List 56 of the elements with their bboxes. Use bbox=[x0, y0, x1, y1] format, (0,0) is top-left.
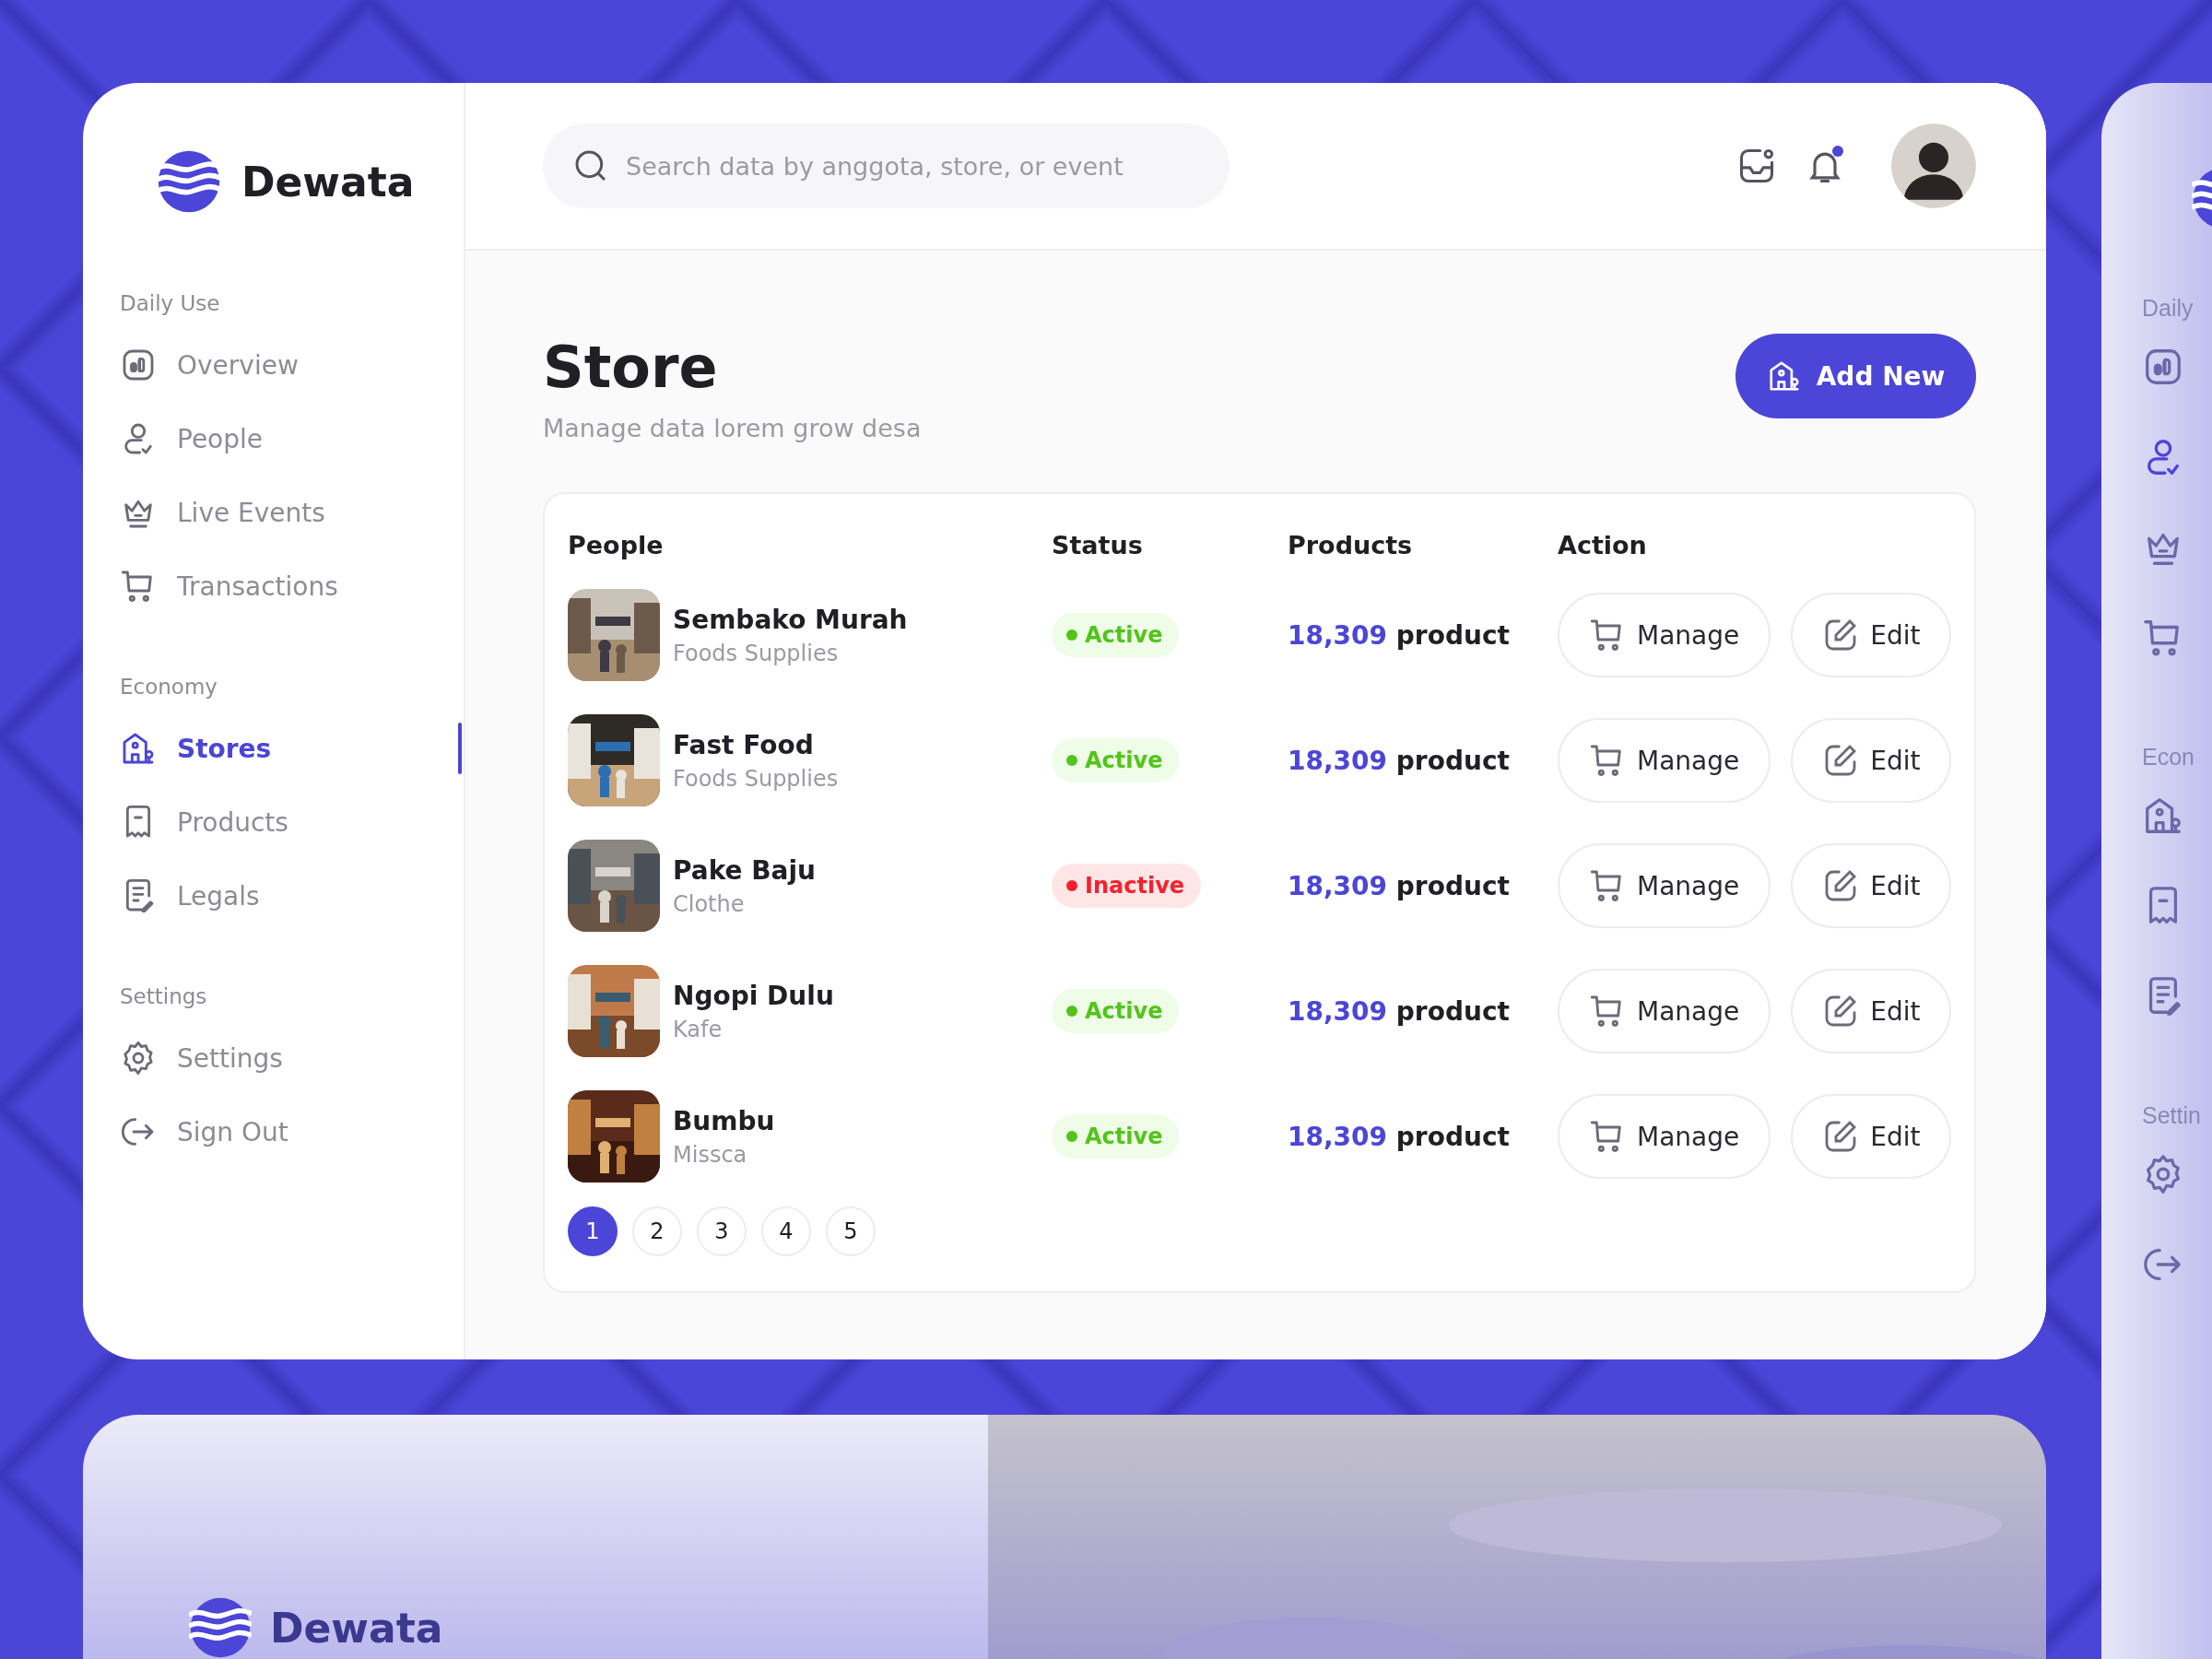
avatar[interactable] bbox=[1891, 124, 1977, 208]
edit-button[interactable]: Edit bbox=[1791, 718, 1952, 803]
section-label: Daily Use bbox=[120, 291, 221, 315]
edit-button[interactable]: Edit bbox=[1791, 593, 1952, 677]
section-label: Settin bbox=[2142, 1102, 2202, 1129]
product-count: 18,309 product bbox=[1288, 1121, 1510, 1152]
status-badge: Inactive bbox=[1052, 864, 1202, 908]
column-header: People bbox=[568, 531, 665, 561]
manage-button[interactable]: Manage bbox=[1558, 718, 1771, 803]
page-button[interactable]: 5 bbox=[826, 1206, 876, 1256]
page-button[interactable]: 1 bbox=[568, 1206, 618, 1256]
manage-button[interactable]: Manage bbox=[1558, 969, 1771, 1053]
store-category: Foods Supplies bbox=[673, 640, 840, 666]
status-badge: Active bbox=[1052, 989, 1180, 1033]
page-subtitle: Manage data lorem grow desa bbox=[543, 414, 922, 442]
wave-logo-icon bbox=[189, 1596, 252, 1659]
brand-name: Dewata bbox=[241, 158, 415, 206]
edit-button[interactable]: Edit bbox=[1791, 843, 1952, 928]
product-count: 18,309 product bbox=[1288, 995, 1510, 1027]
section-label: Daily bbox=[2142, 295, 2194, 322]
active-marker bbox=[458, 723, 462, 774]
status-badge: Active bbox=[1052, 613, 1180, 657]
product-count: 18,309 product bbox=[1288, 745, 1510, 776]
column-header: Products bbox=[1288, 531, 1414, 561]
brand-name: Dewata bbox=[270, 1604, 443, 1652]
status-badge: Active bbox=[1052, 738, 1180, 782]
edit-button[interactable]: Edit bbox=[1791, 969, 1952, 1053]
store-category: Clothe bbox=[673, 890, 746, 917]
section-label: Settings bbox=[120, 984, 208, 1008]
page-button[interactable]: 4 bbox=[761, 1206, 811, 1256]
store-name: Pake Baju bbox=[673, 854, 817, 886]
sidebar-item[interactable]: Stores bbox=[120, 712, 461, 785]
product-count: 18,309 product bbox=[1288, 870, 1510, 901]
section-label: Economy bbox=[120, 675, 218, 699]
search-field[interactable]: Search data by anggota, store, or event bbox=[543, 124, 1230, 208]
column-header: Status bbox=[1052, 531, 1144, 561]
page-button[interactable]: 2 bbox=[632, 1206, 682, 1256]
store-category: Foods Supplies bbox=[673, 765, 839, 792]
store-category: Kafe bbox=[673, 1016, 724, 1042]
manage-button[interactable]: Manage bbox=[1558, 593, 1771, 677]
wave-logo-icon bbox=[157, 149, 221, 214]
page-title: Store bbox=[543, 334, 719, 401]
store-category: Missca bbox=[673, 1141, 748, 1168]
column-header: Action bbox=[1558, 531, 1648, 561]
product-count: 18,309 product bbox=[1288, 619, 1510, 651]
store-name: Bumbu bbox=[673, 1105, 775, 1136]
status-badge: Active bbox=[1052, 1114, 1180, 1159]
page-button[interactable]: 3 bbox=[697, 1206, 747, 1256]
manage-button[interactable]: Manage bbox=[1558, 843, 1771, 928]
edit-button[interactable]: Edit bbox=[1791, 1094, 1952, 1179]
add-new-button[interactable]: Add New bbox=[1735, 334, 1977, 418]
store-name: Fast Food bbox=[673, 729, 815, 760]
store-name: Sembako Murah bbox=[673, 604, 908, 635]
store-name: Ngopi Dulu bbox=[673, 980, 834, 1011]
manage-button[interactable]: Manage bbox=[1558, 1094, 1771, 1179]
section-label: Econ bbox=[2142, 744, 2195, 771]
